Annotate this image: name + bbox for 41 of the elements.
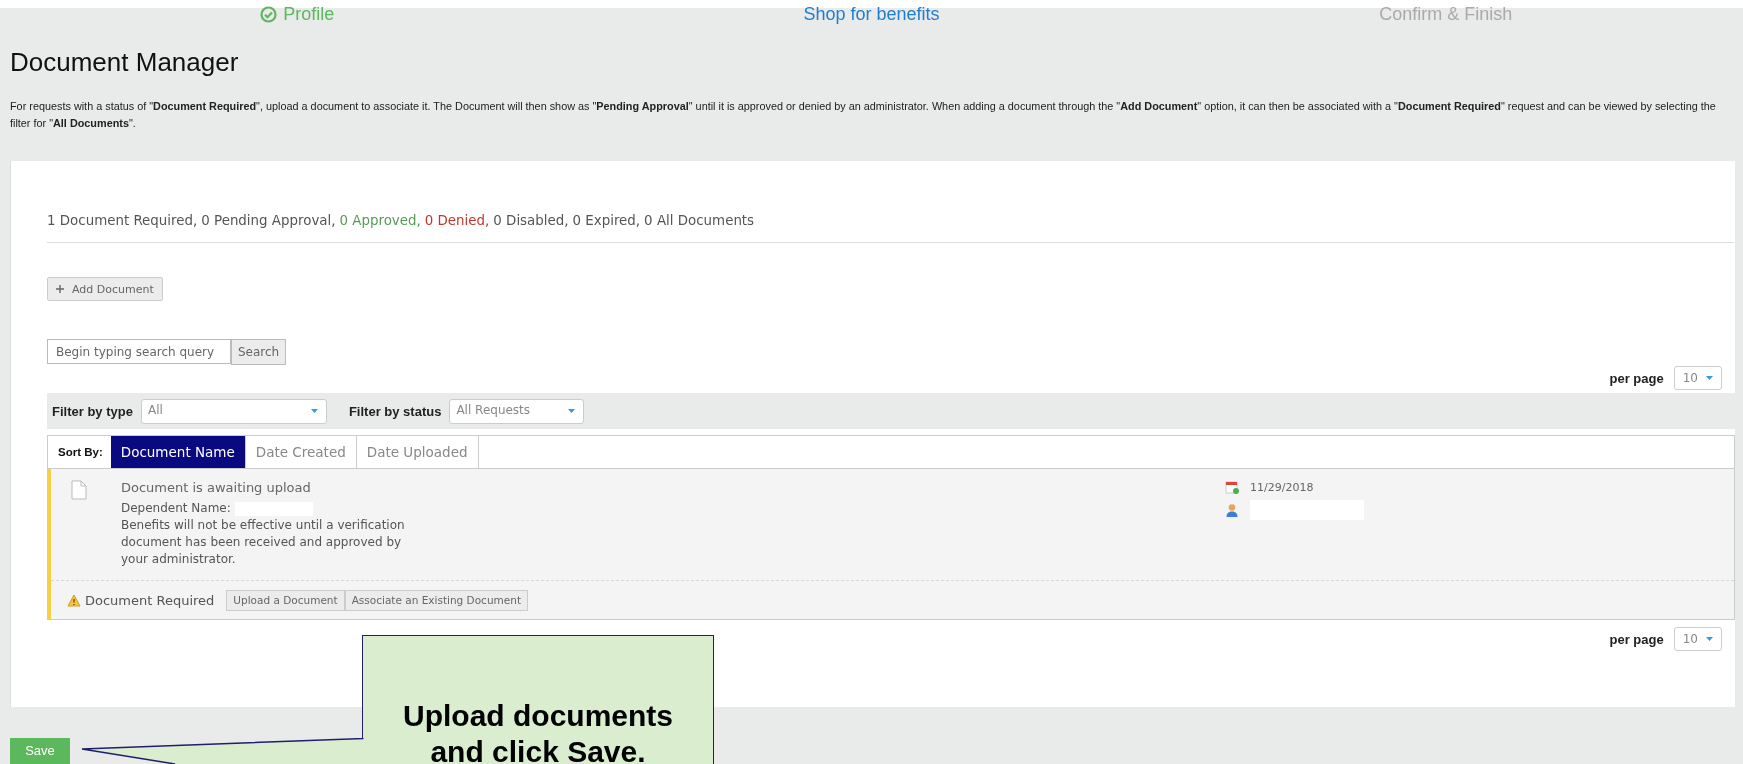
caret-icon	[310, 409, 318, 413]
warning-icon	[67, 593, 81, 607]
dependent-label: Dependent Name:	[121, 500, 231, 517]
add-document-button[interactable]: Add Document	[47, 277, 163, 301]
sort-label: Sort By:	[57, 445, 104, 460]
document-action-button[interactable]: Associate an Existing Document	[344, 589, 528, 611]
document-icon	[71, 480, 87, 500]
sort-tab[interactable]: Document Name	[110, 436, 246, 468]
status-count-link[interactable]: 1 Document Required,	[47, 213, 198, 228]
check-circle-icon	[260, 5, 278, 23]
per-page-select[interactable]: 10	[1673, 627, 1722, 651]
user-icon	[1225, 503, 1239, 517]
per-page-label: per page	[1609, 631, 1664, 647]
page-title: Document Manager	[10, 47, 240, 78]
status-text: Document Required	[85, 592, 215, 608]
document-title: Document is awaiting upload	[121, 480, 312, 495]
per-page-label: per page	[1609, 370, 1664, 386]
caret-icon	[568, 409, 576, 413]
status-count-link[interactable]: 0 Pending Approval,	[201, 213, 336, 228]
search-button[interactable]: Search	[231, 339, 287, 365]
calendar-icon	[1225, 480, 1239, 494]
date-text: 11/29/2018	[1250, 480, 1314, 494]
description-text: For requests with a status of "Document Required", upload a document to associate it. The Document will then show as "Pending Approval" until it is approved or denied by an administrator. When adding a document through the "Add Document" option, it can then be associated with a "Document Required" request and can be viewed by selecting the filter for "All Documents".	[10, 99, 1717, 131]
wizard-step[interactable]: Shop for benefits	[803, 3, 940, 25]
search-field[interactable]: Begin typing search query	[47, 339, 231, 364]
filter-label: Filter by type	[52, 403, 133, 419]
callout-text: Upload documents and click Save.	[402, 698, 674, 764]
caret-icon	[1706, 376, 1713, 380]
status-count-link[interactable]: 0 Expired,	[572, 213, 641, 228]
plus-icon	[56, 285, 64, 293]
status-count-link[interactable]: 0 All Documents	[644, 213, 755, 228]
filter-select[interactable]: All	[140, 398, 327, 424]
per-page-select[interactable]: 10	[1673, 366, 1722, 390]
document-action-button[interactable]: Upload a Document	[226, 589, 345, 611]
caret-icon	[1706, 637, 1713, 641]
status-count-link[interactable]: 0 Denied,	[424, 213, 490, 228]
note-text: Benefits will not be effective until a verification document has been received and approved by your administrator.	[121, 517, 406, 568]
filter-label: Filter by status	[348, 403, 442, 419]
filter-select[interactable]: All Requests	[449, 398, 585, 424]
status-count-link[interactable]: 0 Approved,	[339, 213, 421, 228]
status-count-link[interactable]: 0 Disabled,	[493, 213, 569, 228]
